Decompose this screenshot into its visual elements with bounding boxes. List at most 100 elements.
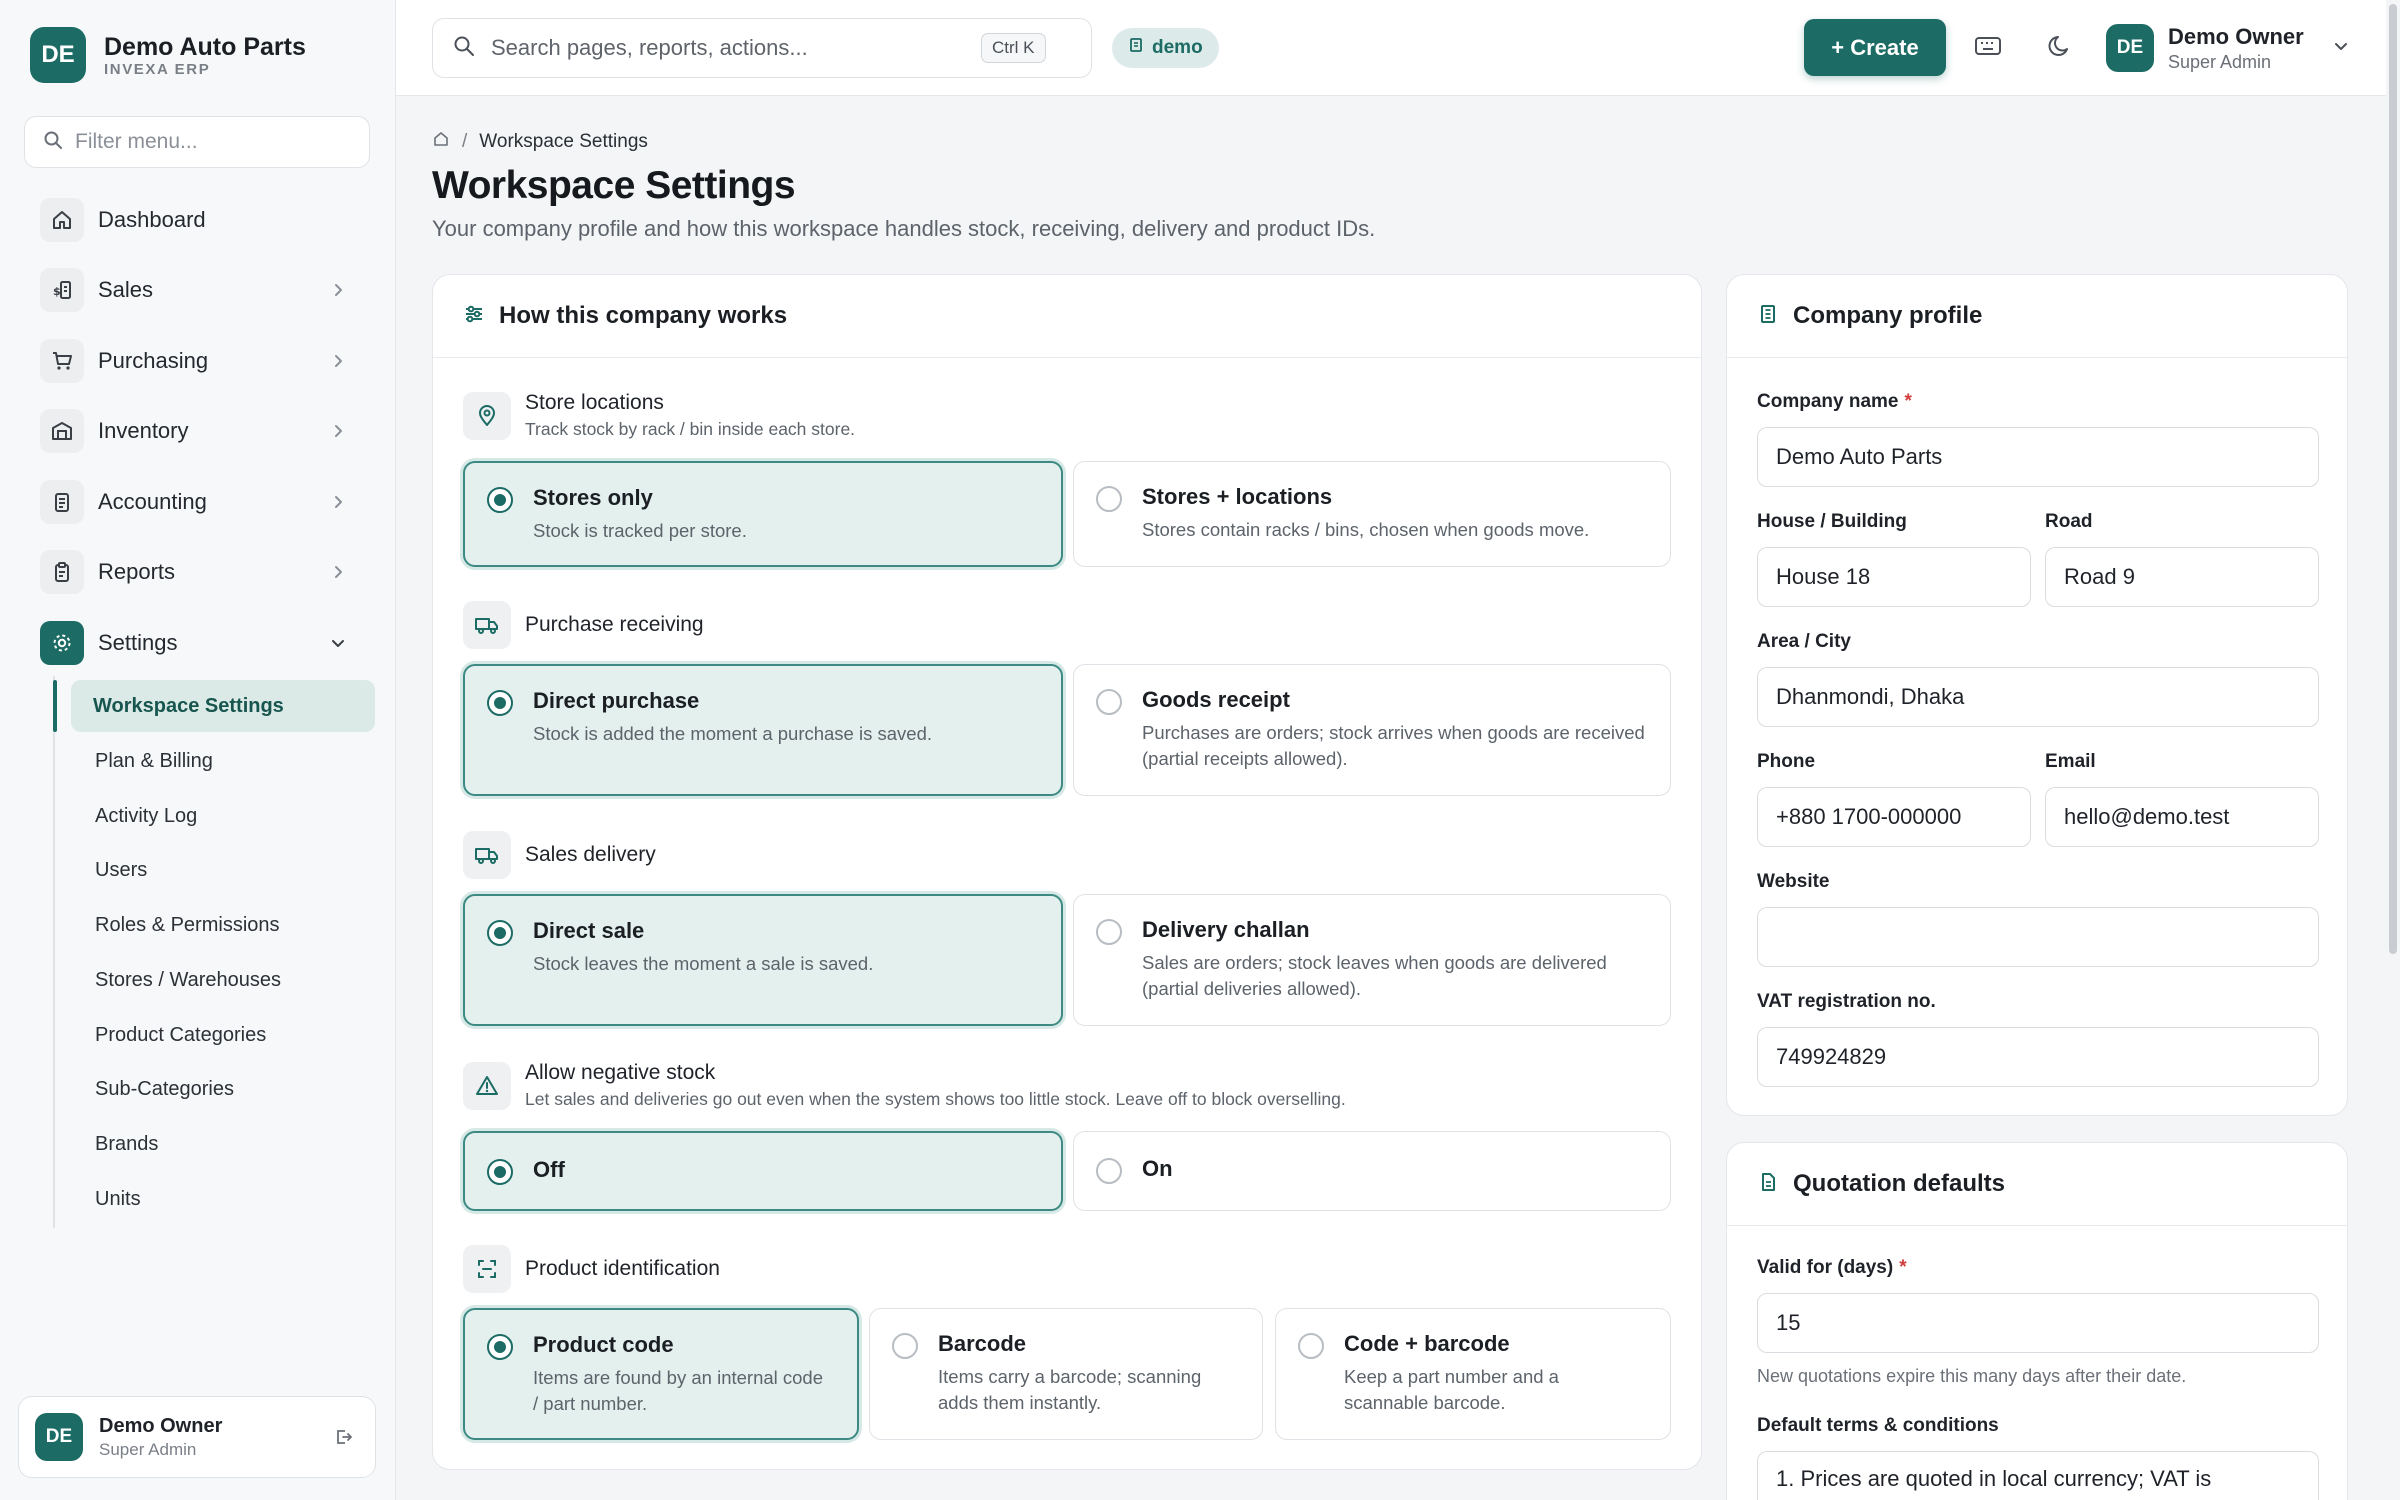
area-field[interactable]: [1757, 667, 2319, 727]
option-negative-stock-off[interactable]: Off: [463, 1131, 1063, 1211]
sidebar-user-card[interactable]: DE Demo Owner Super Admin: [18, 1396, 376, 1478]
how-company-works-card: How this company works Store locations T…: [432, 274, 1702, 1470]
radio-unselected[interactable]: [1096, 1158, 1122, 1184]
house-input[interactable]: [1758, 548, 2030, 606]
option-description: Sales are orders; stock leaves when good…: [1142, 952, 1607, 999]
global-search[interactable]: Ctrl K: [432, 18, 1092, 78]
option-stores-only[interactable]: Stores only Stock is tracked per store.: [463, 461, 1063, 567]
terms-field[interactable]: 1. Prices are quoted in local currency; …: [1757, 1451, 2319, 1500]
subnav-plan-billing[interactable]: Plan & Billing: [73, 735, 377, 787]
option-goods-receipt[interactable]: Goods receipt Purchases are orders; stoc…: [1073, 664, 1671, 796]
option-delivery-challan[interactable]: Delivery challan Sales are orders; stock…: [1073, 894, 1671, 1026]
road-field[interactable]: [2045, 547, 2319, 607]
option-negative-stock-on[interactable]: On: [1073, 1131, 1671, 1211]
area-input[interactable]: [1758, 668, 2318, 726]
radio-selected[interactable]: [487, 920, 513, 946]
house-field[interactable]: [1757, 547, 2031, 607]
subnav-activity-log[interactable]: Activity Log: [73, 790, 377, 842]
user-menu[interactable]: DE Demo Owner Super Admin: [2106, 20, 2348, 76]
vat-input[interactable]: [1758, 1028, 2318, 1086]
option-description: Items carry a barcode; scanning adds the…: [938, 1366, 1202, 1413]
brand-text: Demo Auto Parts INVEXA ERP: [104, 32, 306, 78]
website-field[interactable]: [1757, 907, 2319, 967]
road-input[interactable]: [2046, 548, 2318, 606]
label-text: Valid for (days): [1757, 1257, 1894, 1278]
logout-icon[interactable]: [329, 1422, 359, 1452]
company-name-field[interactable]: [1757, 427, 2319, 487]
page-scrollbar[interactable]: [2386, 0, 2400, 1500]
sidebar-item-accounting[interactable]: Accounting: [40, 474, 358, 530]
valid-days-input[interactable]: [1758, 1294, 2318, 1352]
company-name-input[interactable]: [1758, 428, 2318, 486]
subnav-brands[interactable]: Brands: [73, 1118, 377, 1170]
option-title: Off: [533, 1157, 565, 1182]
option-direct-sale[interactable]: Direct sale Stock leaves the moment a sa…: [463, 894, 1063, 1026]
page-title: Workspace Settings: [432, 164, 796, 207]
radio-selected[interactable]: [487, 1159, 513, 1185]
phone-field[interactable]: [1757, 787, 2031, 847]
radio-unselected[interactable]: [1096, 689, 1122, 715]
sidebar-item-inventory[interactable]: Inventory: [40, 403, 358, 459]
sidebar-item-sales[interactable]: $ Sales: [40, 262, 358, 318]
radio-unselected[interactable]: [1298, 1333, 1324, 1359]
user-role: Super Admin: [99, 1439, 197, 1459]
sidebar-item-purchasing[interactable]: Purchasing: [40, 333, 358, 389]
home-icon[interactable]: [432, 130, 450, 154]
keyboard-shortcuts-button[interactable]: [1966, 26, 2010, 70]
menu-filter[interactable]: [24, 116, 370, 168]
radio-unselected[interactable]: [1096, 919, 1122, 945]
sidebar-item-label: Purchasing: [98, 348, 209, 373]
terms-textarea[interactable]: 1. Prices are quoted in local currency; …: [1758, 1452, 2318, 1500]
user-name: Demo Owner: [2168, 23, 2304, 49]
avatar: DE: [2106, 24, 2154, 72]
tenant-badge[interactable]: demo: [1112, 28, 1219, 68]
radio-selected[interactable]: [487, 690, 513, 716]
valid-days-field[interactable]: [1757, 1293, 2319, 1353]
vat-field[interactable]: [1757, 1027, 2319, 1087]
sidebar-item-reports[interactable]: Reports: [40, 544, 358, 600]
subnav-roles-permissions[interactable]: Roles & Permissions: [73, 899, 377, 951]
radio-selected[interactable]: [487, 487, 513, 513]
theme-toggle-button[interactable]: [2038, 26, 2082, 70]
brand[interactable]: DE Demo Auto Parts INVEXA ERP: [30, 27, 306, 83]
search-shortcut: Ctrl K: [981, 33, 1046, 63]
option-direct-purchase[interactable]: Direct purchase Stock is added the momen…: [463, 664, 1063, 796]
page-subtitle: Your company profile and how this worksp…: [432, 216, 1376, 241]
chevron-down-icon: [326, 631, 350, 655]
menu-filter-input[interactable]: [75, 130, 355, 154]
section-title: Allow negative stock: [525, 1061, 716, 1084]
subnav-units[interactable]: Units: [73, 1173, 377, 1225]
option-barcode[interactable]: Barcode Items carry a barcode; scanning …: [869, 1308, 1263, 1440]
sidebar-item-settings[interactable]: Settings: [40, 615, 358, 671]
email-input[interactable]: [2046, 788, 2318, 846]
section-description: Let sales and deliveries go out even whe…: [525, 1089, 1346, 1109]
active-indicator: [53, 680, 57, 732]
avatar: DE: [35, 1413, 83, 1461]
sidebar-item-label: Inventory: [98, 418, 189, 443]
create-button[interactable]: + Create: [1804, 19, 1946, 76]
subnav-workspace-settings[interactable]: Workspace Settings: [71, 680, 375, 732]
subnav-sub-categories[interactable]: Sub-Categories: [73, 1063, 377, 1115]
sidebar-item-dashboard[interactable]: Dashboard: [40, 192, 358, 248]
company-profile-card: Company profile Company name* House / Bu…: [1726, 274, 2348, 1116]
option-code-barcode[interactable]: Code + barcode Keep a part number and a …: [1275, 1308, 1671, 1440]
search-input[interactable]: [491, 35, 981, 61]
subnav-product-categories[interactable]: Product Categories: [73, 1009, 377, 1061]
option-product-code[interactable]: Product code Items are found by an inter…: [463, 1308, 859, 1440]
scrollbar-thumb[interactable]: [2389, 4, 2397, 954]
email-field[interactable]: [2045, 787, 2319, 847]
option-stores-locations[interactable]: Stores + locations Stores contain racks …: [1073, 461, 1671, 567]
radio-unselected[interactable]: [1096, 486, 1122, 512]
label-text: Company name: [1757, 391, 1899, 412]
card-header: How this company works: [433, 275, 1701, 358]
radio-unselected[interactable]: [892, 1333, 918, 1359]
radio-selected[interactable]: [487, 1334, 513, 1360]
required-mark: *: [1904, 391, 1912, 412]
option-title: Delivery challan: [1142, 917, 1310, 942]
subnav-users[interactable]: Users: [73, 844, 377, 896]
phone-input[interactable]: [1758, 788, 2030, 846]
gear-icon: [40, 621, 84, 665]
website-input[interactable]: [1758, 908, 2318, 966]
scan-icon: [463, 1245, 511, 1293]
subnav-stores-warehouses[interactable]: Stores / Warehouses: [73, 954, 377, 1006]
